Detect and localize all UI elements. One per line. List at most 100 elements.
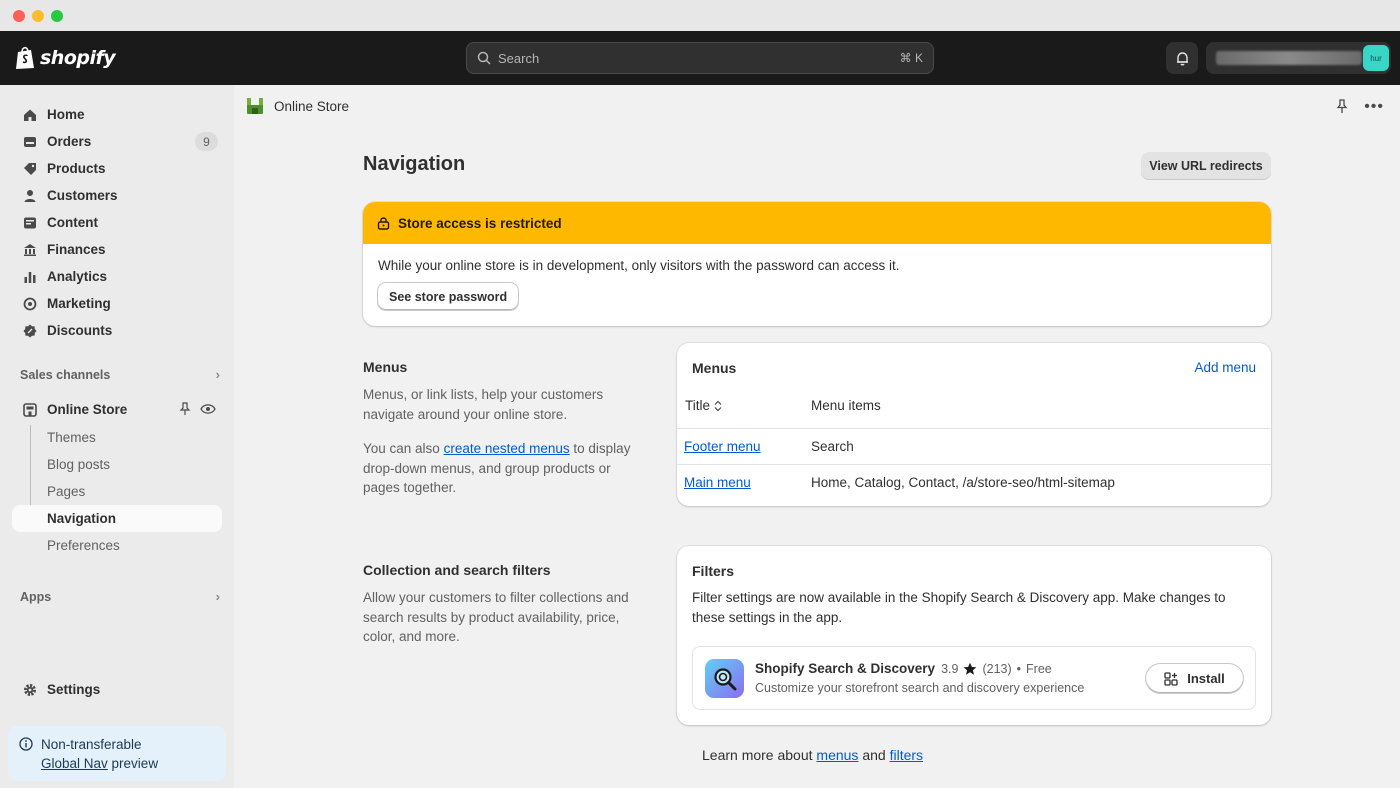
menu-title-link[interactable]: Footer menu [684, 439, 761, 454]
column-label: Title [685, 398, 711, 413]
star-icon [964, 662, 977, 675]
table-row[interactable]: Footer menu Search [677, 428, 1271, 464]
chevron-right-icon: › [215, 367, 220, 382]
close-window-button[interactable] [13, 9, 25, 22]
apps-label: Apps [20, 589, 52, 604]
sidebar-item-customers[interactable]: Customers [12, 182, 222, 209]
app-reviews: (213) [982, 661, 1012, 676]
shopify-logo[interactable]: shopify [15, 45, 116, 70]
sidebar-item-label: Discounts [47, 323, 113, 338]
search-discovery-app[interactable]: Shopify Search & Discovery 3.9 (213) • F… [692, 646, 1256, 710]
sidebar-subitem-preferences[interactable]: Preferences [12, 532, 222, 559]
sidebar-item-analytics[interactable]: Analytics [12, 263, 222, 290]
online-store-app-icon [247, 98, 263, 114]
sidebar-item-label: Analytics [47, 269, 108, 284]
breadcrumb[interactable]: Online Store [246, 97, 349, 115]
bar-chart-icon [22, 269, 37, 284]
avatar: hur [1363, 45, 1389, 71]
learn-text: Learn more about [702, 747, 817, 763]
page-title: Navigation [363, 153, 466, 175]
menus-section-title: Menus [363, 359, 408, 375]
maximize-window-button[interactable] [51, 9, 63, 22]
orders-icon [22, 134, 37, 149]
install-button[interactable]: Install [1146, 664, 1243, 693]
search-placeholder: Search [498, 50, 540, 66]
sales-channels-label: Sales channels [20, 367, 111, 382]
sidebar-item-discounts[interactable]: Discounts [12, 317, 222, 344]
home-icon [22, 107, 37, 122]
sidebar-item-content[interactable]: Content [12, 209, 222, 236]
minimize-window-button[interactable] [32, 9, 44, 22]
desc-text: You can also [363, 441, 444, 456]
sidebar-item-products[interactable]: Products [12, 155, 222, 182]
banner-header: Store access is restricted [363, 202, 1271, 244]
page-actions: ••• [1336, 98, 1384, 114]
filters-card-title: Filters [692, 563, 735, 579]
title-column-header[interactable]: Title [685, 398, 722, 413]
menus-section-desc-2: You can also create nested menus to disp… [363, 439, 633, 498]
logo-text: shopify [40, 46, 116, 69]
sidebar-item-label: Home [47, 107, 85, 122]
view-url-redirects-button[interactable]: View URL redirects [1141, 152, 1271, 180]
target-icon [22, 296, 37, 311]
app-price: Free [1026, 661, 1052, 676]
bank-icon [22, 242, 37, 257]
tag-icon [22, 161, 37, 176]
app-description: Customize your storefront search and dis… [755, 681, 1085, 695]
banner-text: While your online store is in developmen… [378, 258, 900, 273]
apps-header[interactable]: Apps › [20, 589, 220, 604]
eye-icon[interactable] [200, 403, 216, 415]
sales-channels-header[interactable]: Sales channels › [20, 367, 220, 382]
menus-card: Menus Add menu Title Menu items Footer m… [677, 343, 1271, 506]
store-icon [22, 402, 37, 417]
sidebar-item-label: Online Store [47, 402, 128, 417]
sidebar-item-label: Finances [47, 242, 106, 257]
sidebar-subitem-navigation[interactable]: Navigation [12, 505, 222, 532]
gear-icon [22, 682, 37, 697]
sidebar-item-settings[interactable]: Settings [12, 676, 222, 703]
notifications-button[interactable] [1166, 42, 1198, 74]
pin-icon[interactable] [179, 402, 191, 416]
install-label: Install [1187, 671, 1225, 686]
sidebar-item-marketing[interactable]: Marketing [12, 290, 222, 317]
app-meta: 3.9 (213) • Free [941, 662, 1052, 676]
add-menu-link[interactable]: Add menu [1194, 360, 1256, 375]
menu-title-link[interactable]: Main menu [684, 475, 751, 490]
sidebar-item-online-store[interactable]: Online Store [12, 396, 222, 423]
search-input[interactable]: Search ⌘ K [466, 42, 934, 74]
see-store-password-button[interactable]: See store password [378, 283, 519, 310]
menu-items-value: Home, Catalog, Contact, /a/store-seo/htm… [811, 475, 1115, 490]
learn-more-footer: Learn more about menus and filters [702, 747, 923, 763]
bell-icon [1176, 51, 1188, 65]
global-nav-link[interactable]: Global Nav [41, 756, 108, 771]
filters-help-link[interactable]: filters [890, 747, 923, 763]
banner-body: While your online store is in developmen… [363, 244, 1271, 324]
sidebar-item-home[interactable]: Home [12, 101, 222, 128]
menus-help-link[interactable]: menus [816, 747, 858, 763]
sidebar-subitem-blog-posts[interactable]: Blog posts [12, 451, 222, 478]
filters-section-desc: Allow your customers to filter collectio… [363, 590, 629, 644]
menu-items-value: Search [811, 439, 854, 454]
breadcrumb-label: Online Store [274, 98, 350, 114]
banner-title: Store access is restricted [398, 215, 562, 231]
more-options-icon[interactable]: ••• [1364, 98, 1384, 114]
sidebar: Home Orders 9 Products Customers Content… [0, 85, 234, 788]
discount-icon [22, 323, 37, 338]
window-titlebar [0, 0, 1400, 31]
search-shortcut: ⌘ K [899, 51, 923, 65]
menu-items-column-header: Menu items [811, 398, 881, 413]
sidebar-subitem-pages[interactable]: Pages [12, 478, 222, 505]
table-row[interactable]: Main menu Home, Catalog, Contact, /a/sto… [677, 464, 1271, 500]
pin-icon[interactable] [1336, 99, 1348, 114]
sidebar-item-label: Settings [47, 682, 101, 697]
filters-card-text: Filter settings are now available in the… [692, 590, 1226, 625]
main-content: Online Store ••• Navigation View URL red… [234, 85, 1400, 788]
sidebar-item-label: Content [47, 215, 98, 230]
account-menu-button[interactable]: hur [1206, 42, 1391, 74]
create-nested-menus-link[interactable]: create nested menus [444, 441, 570, 456]
sidebar-subitem-themes[interactable]: Themes [12, 424, 222, 451]
sidebar-item-finances[interactable]: Finances [12, 236, 222, 263]
sidebar-item-orders[interactable]: Orders 9 [12, 128, 222, 155]
search-discovery-app-icon [705, 659, 744, 698]
sidebar-item-label: Products [47, 161, 106, 176]
